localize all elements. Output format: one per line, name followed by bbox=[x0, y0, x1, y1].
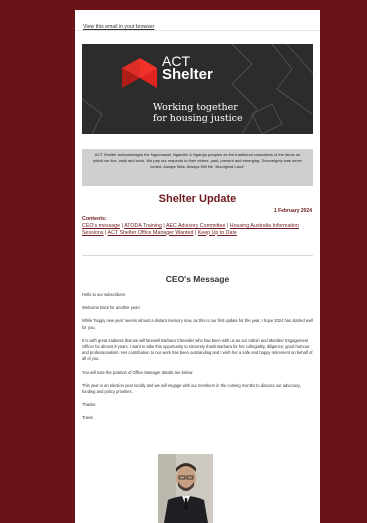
logo-wordmark: ACT Shelter bbox=[162, 54, 213, 82]
contents-link-aec-advisory[interactable]: AEC Advisory Committee bbox=[166, 223, 225, 229]
header-banner: ACT Shelter Working together for housing… bbox=[82, 44, 313, 134]
paragraph-election: This year is an election year locally an… bbox=[82, 382, 301, 395]
contents-heading: Contents: bbox=[82, 216, 107, 222]
newsletter-date: 1 February 2024 bbox=[273, 208, 312, 214]
paragraph-signoff: Travis bbox=[82, 415, 93, 421]
email-container: View this email in your browser ACT Shel… bbox=[75, 10, 320, 523]
ceo-message-body: Hello to our subscribers Welcome back fo… bbox=[82, 292, 313, 429]
paragraph-office-manager: You will note the position of Office Man… bbox=[82, 369, 194, 375]
paragraph-thanks: Thanks bbox=[82, 402, 96, 408]
logo-icon bbox=[122, 58, 157, 88]
contents-section: Contents: CEO's message | ATODA Training… bbox=[82, 216, 314, 236]
acknowledgement-box: ACT Shelter acknowledges the Ngunnawal, … bbox=[82, 149, 313, 186]
paragraph-new-year: While 'happy new year' seems almost a di… bbox=[82, 318, 313, 330]
person-icon bbox=[158, 454, 213, 523]
paragraph-welcome: Welcome back for another year! bbox=[82, 305, 140, 311]
section-divider bbox=[82, 255, 313, 256]
contents-link-ceo-message[interactable]: CEO's message bbox=[82, 223, 120, 229]
tagline-line-2: for housing justice bbox=[153, 113, 243, 124]
browser-link-bar: View this email in your browser bbox=[75, 10, 320, 31]
ceo-photo bbox=[158, 454, 213, 523]
tagline-line-1: Working together bbox=[153, 102, 238, 113]
paragraph-greeting: Hello to our subscribers bbox=[82, 292, 126, 297]
view-in-browser-link[interactable]: View this email in your browser bbox=[83, 24, 154, 30]
tagline: Working together for housing justice bbox=[153, 102, 243, 124]
newsletter-title: Shelter Update bbox=[158, 193, 237, 205]
contents-link-office-manager[interactable]: ACT Shelter Office Manager Wanted bbox=[108, 230, 194, 236]
paragraph-farewell: It is with great sadness that we will fa… bbox=[82, 337, 313, 362]
ceo-message-heading: CEO's Message bbox=[165, 274, 230, 284]
contents-link-keep-up-to-date[interactable]: Keep Up to Date bbox=[198, 230, 237, 236]
contents-link-atoda-training[interactable]: ATODA Training bbox=[124, 223, 162, 229]
logo-line-2: Shelter bbox=[162, 66, 213, 83]
